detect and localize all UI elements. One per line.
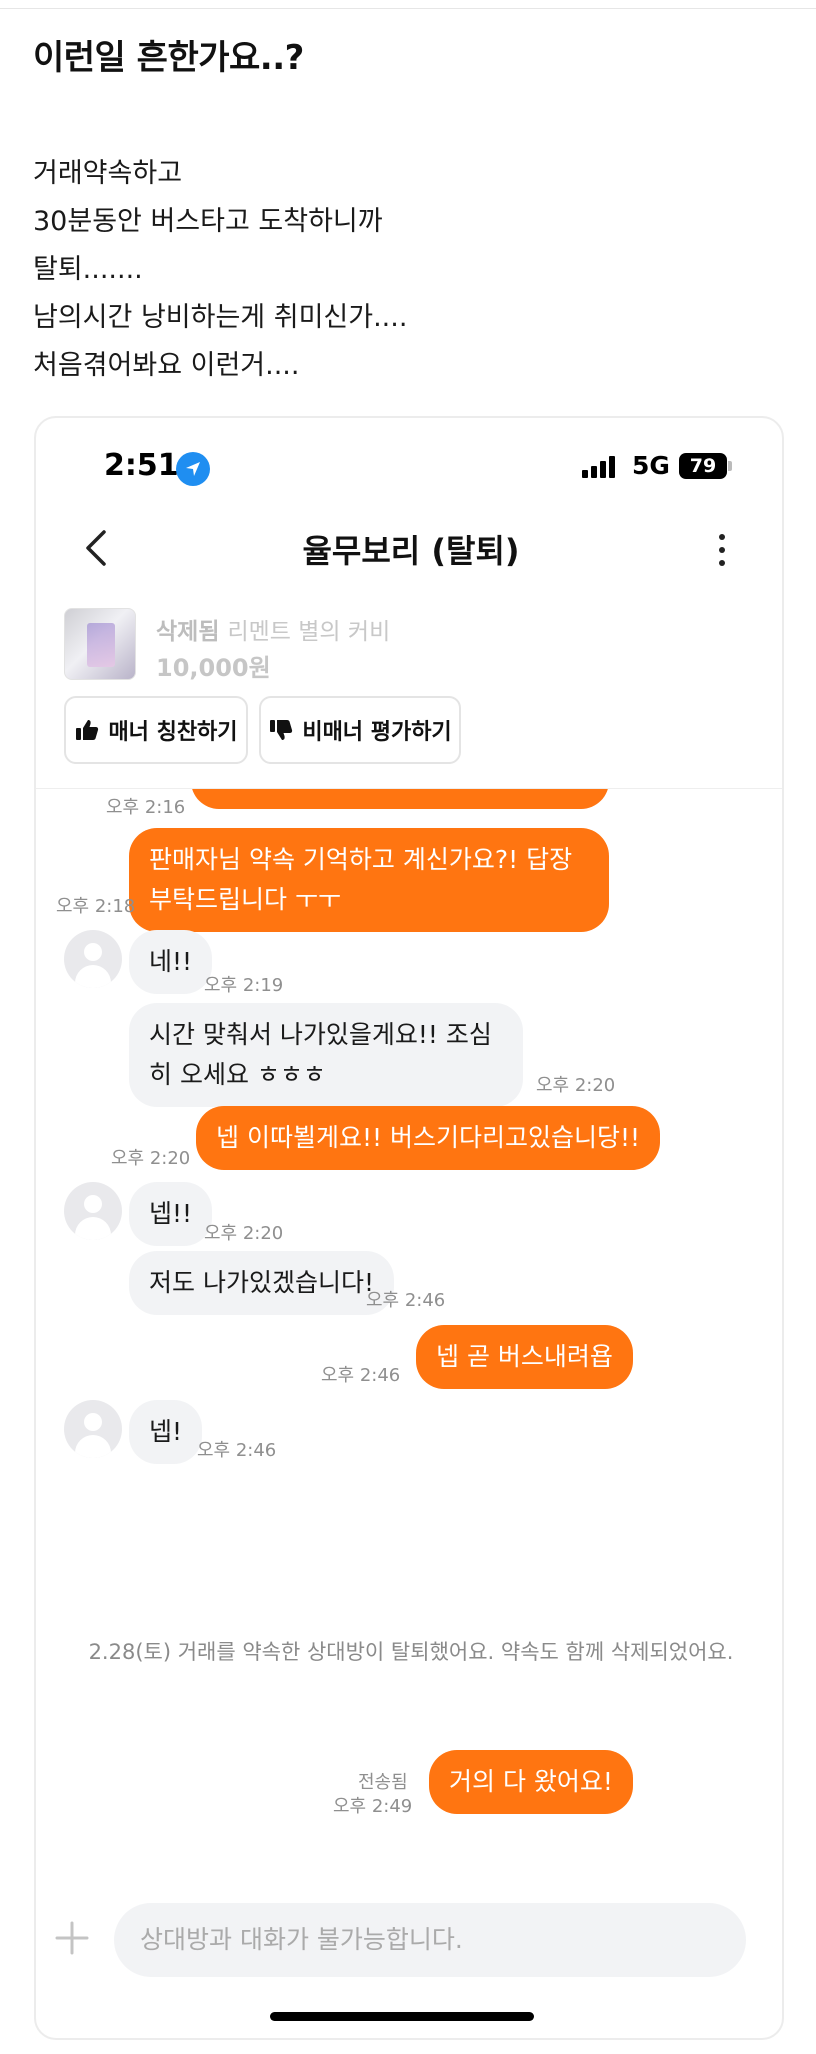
post-body-line: 30분동안 버스타고 도착하니까 [33,206,383,237]
post-body-line: 거래약속하고 [33,158,183,189]
message-time: 오후 2:18 [56,896,136,917]
manner-report-button[interactable]: 비매너 평가하기 [259,696,461,764]
message-time: 오후 2:49 [333,1796,413,1817]
post-body-line: 남의시간 낭비하는게 취미신가.... [33,302,408,333]
manner-praise-label: 매너 칭찬하기 [108,720,238,745]
avatar[interactable] [64,1400,122,1458]
post-title: 이런일 흔한가요..? [33,38,304,78]
message-time: 오후 2:20 [204,1223,284,1244]
message-bubble-incoming[interactable]: 시간 맞춰서 나가있을게요!! 조심히 오세요 ㅎㅎㅎ [129,1003,523,1107]
signal-icon [582,456,622,478]
message-time: 오후 2:46 [321,1365,401,1386]
message-time: 오후 2:46 [366,1290,446,1311]
product-info[interactable]: 삭제됨 리멘트 별의 커비 [156,612,390,646]
post-body: 거래약속하고 30분동안 버스타고 도착하니까 탈퇴....... 남의시간 낭… [33,150,407,390]
message-bubble-incoming[interactable]: 넵!! [129,1182,213,1246]
message-bubble-outgoing[interactable] [191,789,609,809]
manner-praise-button[interactable]: 매너 칭찬하기 [64,696,248,764]
message-bubble-outgoing[interactable]: 판매자님 약속 기억하고 계신가요?! 답장 부탁드립니다 ㅜㅜ [129,828,609,932]
battery-tip [728,461,732,471]
message-bubble-outgoing[interactable]: 넵 이따뵐게요!! 버스기다리고있습니당!! [196,1106,660,1170]
chat-screenshot: 2:51 5G 79 율무보리 (탈퇴) 삭제됨 리멘트 별의 커비 10,000… [34,416,784,2040]
product-thumbnail[interactable] [64,608,136,680]
post-body-line: 처음겪어봐요 이런거.... [33,350,300,381]
product-name: 리멘트 별의 커비 [227,619,391,645]
more-vertical-icon[interactable] [716,528,728,572]
home-indicator [270,2012,534,2021]
post-body-line: 탈퇴....... [33,254,143,285]
message-input[interactable]: 상대방과 대화가 불가능합니다. [114,1903,746,1977]
message-list[interactable]: 오후 2:16 판매자님 약속 기억하고 계신가요?! 답장 부탁드립니다 ㅜㅜ… [36,789,782,1889]
system-message: 2.28(토) 거래를 약속한 상대방이 탈퇴했어요. 약속도 함께 삭제되었어… [88,1640,734,1664]
thumbs-down-icon [270,720,293,740]
message-time: 오후 2:46 [197,1440,277,1461]
message-bubble-incoming[interactable]: 넵! [129,1400,203,1464]
location-arrow-icon [176,452,210,486]
message-bubble-outgoing[interactable]: 넵 곧 버스내려욥 [416,1325,633,1389]
battery-icon: 79 [679,453,727,479]
product-deleted-badge: 삭제됨 [156,619,220,645]
avatar[interactable] [64,930,122,988]
message-bubble-outgoing[interactable]: 거의 다 왔어요! [429,1750,633,1814]
status-time: 2:51 [104,448,179,483]
message-sent-status: 전송됨 [358,1772,408,1793]
plus-icon[interactable] [54,1920,90,1956]
network-type: 5G [632,451,670,480]
manner-report-label: 비매너 평가하기 [302,720,452,745]
message-bubble-incoming[interactable]: 저도 나가있겠습니다! [129,1251,394,1315]
chat-title: 율무보리 (탈퇴) [302,532,520,570]
thumbs-up-icon [76,720,99,740]
message-time: 오후 2:19 [204,975,284,996]
message-bubble-incoming[interactable]: 네!! [129,930,213,994]
message-time: 오후 2:20 [111,1148,191,1169]
message-time: 오후 2:20 [536,1075,616,1096]
avatar[interactable] [64,1182,122,1240]
message-time: 오후 2:16 [106,797,186,818]
product-price: 10,000원 [156,654,271,682]
top-divider [0,8,816,9]
